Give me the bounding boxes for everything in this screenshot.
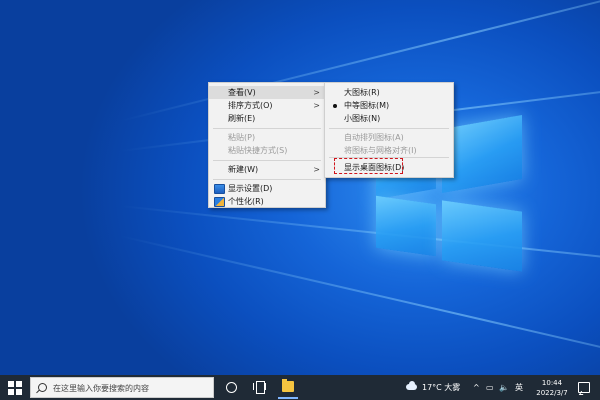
submenu-item-medium-icons[interactable]: 中等图标(M)	[325, 99, 453, 112]
red-dashed-highlight	[334, 158, 403, 174]
active-app-indicator	[278, 397, 298, 399]
search-icon	[38, 383, 47, 392]
menu-item-paste-shortcut: 粘贴快捷方式(S)	[209, 144, 325, 157]
menu-item-display-settings[interactable]: 显示设置(D)	[209, 182, 325, 195]
file-explorer-icon[interactable]	[282, 379, 294, 392]
display-settings-icon	[214, 184, 225, 194]
submenu-item-align-to-grid: 将图标与网格对齐(I)	[325, 144, 453, 157]
chevron-right-icon: >	[313, 88, 320, 97]
task-view-icon[interactable]	[253, 381, 266, 394]
menu-item-new[interactable]: 新建(W) >	[209, 163, 325, 176]
menu-item-label: 个性化(R)	[228, 197, 264, 206]
menu-item-label: 将图标与网格对齐(I)	[344, 146, 417, 155]
menu-item-sort-by[interactable]: 排序方式(O) >	[209, 99, 325, 112]
taskbar: 在这里输入你要搜索的内容 17°C 大雾 ^ ▭ 🔈 英 10:44 2022/…	[0, 375, 600, 400]
menu-item-label: 查看(V)	[228, 88, 256, 97]
menu-item-personalize[interactable]: 个性化(R)	[209, 195, 325, 208]
weather-cloud-icon[interactable]	[406, 381, 417, 390]
clock[interactable]: 10:44 2022/3/7	[534, 378, 570, 398]
menu-separator	[213, 160, 321, 161]
submenu-item-auto-arrange: 自动排列图标(A)	[325, 131, 453, 144]
menu-item-label: 粘贴快捷方式(S)	[228, 146, 288, 155]
menu-item-label: 粘贴(P)	[228, 133, 256, 142]
menu-separator	[213, 128, 321, 129]
menu-item-view[interactable]: 查看(V) >	[209, 86, 325, 99]
menu-item-label: 新建(W)	[228, 165, 259, 174]
notification-icon[interactable]	[578, 382, 590, 393]
clock-time: 10:44	[541, 379, 563, 387]
menu-item-label: 中等图标(M)	[344, 101, 390, 110]
chevron-up-icon[interactable]: ^	[473, 375, 480, 400]
menu-item-label: 大图标(R)	[344, 88, 380, 97]
menu-item-label: 排序方式(O)	[228, 101, 273, 110]
start-button[interactable]	[8, 381, 22, 395]
search-placeholder: 在这里输入你要搜索的内容	[53, 384, 149, 393]
chevron-right-icon: >	[313, 165, 320, 174]
search-box[interactable]: 在这里输入你要搜索的内容	[30, 377, 214, 398]
selected-dot-icon	[333, 104, 337, 108]
submenu-item-small-icons[interactable]: 小图标(N)	[325, 112, 453, 125]
menu-item-paste: 粘贴(P)	[209, 131, 325, 144]
volume-icon[interactable]: 🔈	[499, 375, 509, 400]
menu-separator	[213, 179, 321, 180]
windows-icon	[8, 381, 14, 387]
cortana-icon[interactable]	[226, 382, 237, 393]
menu-item-label: 显示设置(D)	[228, 184, 273, 193]
desktop[interactable]: 查看(V) > 排序方式(O) > 刷新(E) 粘贴(P) 粘贴快捷方式(S) …	[0, 0, 600, 375]
chevron-right-icon: >	[313, 101, 320, 110]
network-icon[interactable]: ▭	[486, 375, 494, 400]
clock-date: 2022/3/7	[536, 389, 568, 397]
menu-item-label: 自动排列图标(A)	[344, 133, 404, 142]
menu-item-label: 刷新(E)	[228, 114, 256, 123]
desktop-context-menu: 查看(V) > 排序方式(O) > 刷新(E) 粘贴(P) 粘贴快捷方式(S) …	[208, 82, 326, 208]
menu-separator	[329, 128, 449, 129]
personalize-icon	[214, 197, 225, 207]
menu-item-label: 小图标(N)	[344, 114, 381, 123]
menu-item-refresh[interactable]: 刷新(E)	[209, 112, 325, 125]
submenu-item-large-icons[interactable]: 大图标(R)	[325, 86, 453, 99]
weather-text[interactable]: 17°C 大雾	[422, 375, 460, 400]
input-method-indicator[interactable]: 英	[515, 375, 523, 400]
